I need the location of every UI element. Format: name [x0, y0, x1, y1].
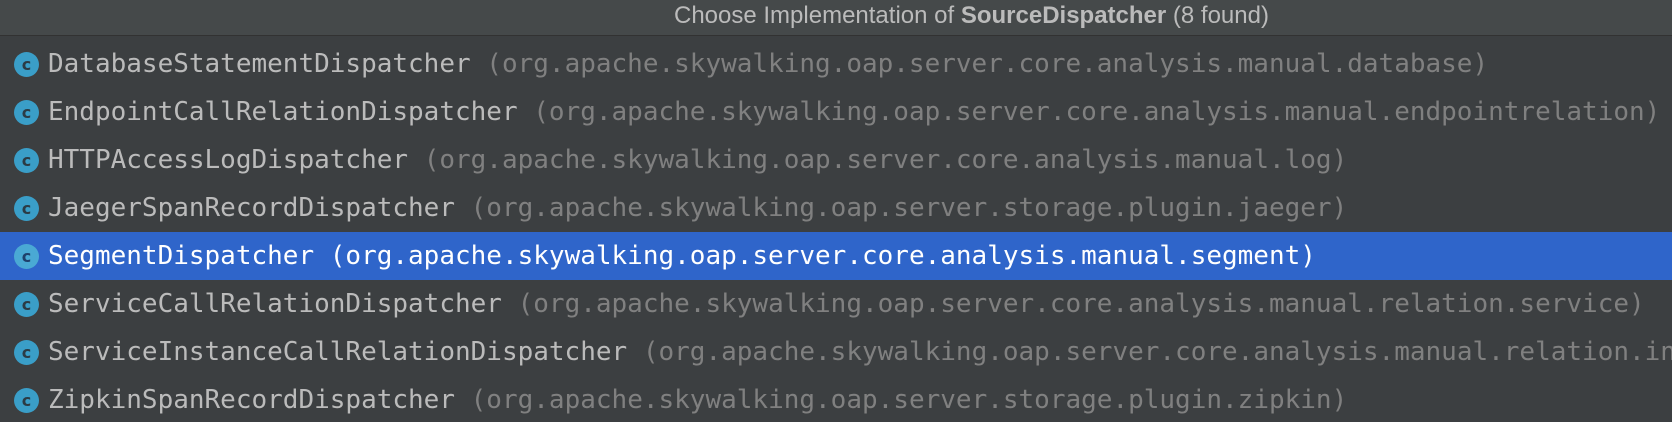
package-name: (org.apache.skywalking.oap.server.core.a…: [329, 241, 1316, 271]
class-icon: c: [14, 292, 39, 317]
class-name: HTTPAccessLogDispatcher: [48, 145, 409, 175]
package-name: (org.apache.skywalking.oap.server.core.a…: [486, 49, 1489, 79]
interface-name: SourceDispatcher: [960, 2, 1167, 29]
class-icon: c: [14, 148, 39, 173]
list-item[interactable]: c EndpointCallRelationDispatcher (org.ap…: [0, 88, 1672, 136]
package-name: (org.apache.skywalking.oap.server.core.a…: [423, 145, 1348, 175]
list-item[interactable]: c ServiceInstanceCallRelationDispatcher …: [0, 328, 1672, 376]
class-icon: c: [14, 196, 39, 221]
class-icon: c: [14, 244, 39, 269]
class-icon: c: [14, 340, 39, 365]
package-name: (org.apache.skywalking.oap.server.storag…: [470, 193, 1348, 223]
class-name: ServiceCallRelationDispatcher: [48, 289, 502, 319]
package-name: (org.apache.skywalking.oap.server.storag…: [470, 385, 1348, 415]
class-icon: c: [14, 388, 39, 413]
implementation-list: c DatabaseStatementDispatcher (org.apach…: [0, 40, 1672, 422]
class-name: ZipkinSpanRecordDispatcher: [48, 385, 455, 415]
popup-title: Choose Implementation of SourceDispatche…: [674, 0, 1269, 34]
list-item[interactable]: c ServiceCallRelationDispatcher (org.apa…: [0, 280, 1672, 328]
class-name: DatabaseStatementDispatcher: [48, 49, 471, 79]
class-name: EndpointCallRelationDispatcher: [48, 97, 518, 127]
package-name: (org.apache.skywalking.oap.server.core.a…: [533, 97, 1661, 127]
package-name: (org.apache.skywalking.oap.server.core.a…: [642, 337, 1672, 367]
class-icon: c: [14, 100, 39, 125]
class-name: JaegerSpanRecordDispatcher: [48, 193, 455, 223]
popup-header: Choose Implementation of SourceDispatche…: [0, 0, 1672, 36]
list-item-selected[interactable]: c SegmentDispatcher (org.apache.skywalki…: [0, 232, 1672, 280]
list-item[interactable]: c JaegerSpanRecordDispatcher (org.apache…: [0, 184, 1672, 232]
class-name: SegmentDispatcher: [48, 241, 315, 271]
class-icon: c: [14, 52, 39, 77]
list-item[interactable]: c ZipkinSpanRecordDispatcher (org.apache…: [0, 376, 1672, 422]
package-name: (org.apache.skywalking.oap.server.core.a…: [517, 289, 1645, 319]
class-name: ServiceInstanceCallRelationDispatcher: [48, 337, 628, 367]
list-item[interactable]: c DatabaseStatementDispatcher (org.apach…: [0, 40, 1672, 88]
list-item[interactable]: c HTTPAccessLogDispatcher (org.apache.sk…: [0, 136, 1672, 184]
title-prefix: Choose Implementation of: [674, 2, 961, 29]
choose-implementation-popup: Choose Implementation of SourceDispatche…: [0, 0, 1672, 422]
found-count: (8 found): [1166, 2, 1269, 29]
